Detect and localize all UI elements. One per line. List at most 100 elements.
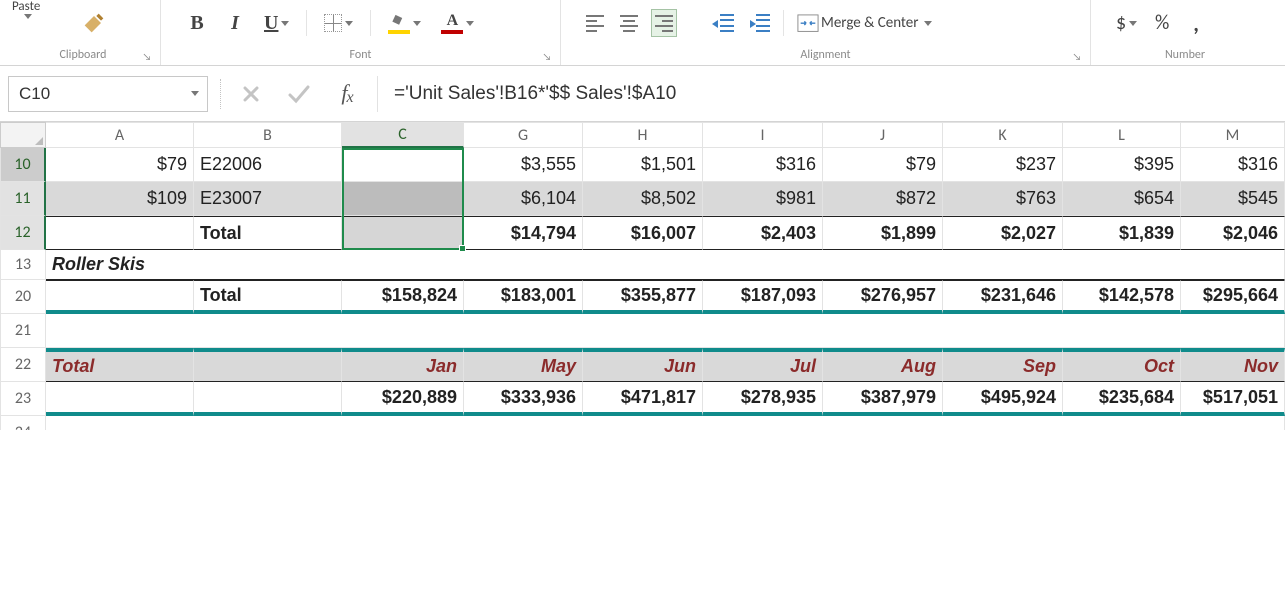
- cell[interactable]: Total: [194, 216, 342, 250]
- row-header-22[interactable]: 22: [0, 348, 46, 382]
- decrease-indent-button[interactable]: [711, 9, 737, 37]
- name-box-dropdown-icon[interactable]: [191, 91, 199, 96]
- cell[interactable]: [46, 216, 194, 250]
- cell[interactable]: Roller Skis: [46, 250, 1285, 280]
- cell[interactable]: $1,839: [1063, 216, 1181, 250]
- cell[interactable]: Total: [46, 348, 194, 382]
- cancel-formula-button[interactable]: [233, 76, 269, 112]
- cell[interactable]: [46, 314, 1285, 348]
- col-header-I[interactable]: I: [703, 122, 823, 148]
- align-left-button[interactable]: [583, 9, 607, 37]
- col-header-C[interactable]: C: [342, 122, 464, 148]
- cell[interactable]: $2,027: [943, 216, 1063, 250]
- row-header-11[interactable]: 11: [0, 182, 46, 216]
- dialog-launcher-icon[interactable]: ↘: [540, 50, 554, 64]
- align-center-button[interactable]: [617, 9, 641, 37]
- cell[interactable]: $545: [1181, 182, 1285, 216]
- cell[interactable]: E23007: [194, 182, 342, 216]
- col-header-H[interactable]: H: [583, 122, 703, 148]
- col-header-L[interactable]: L: [1063, 122, 1181, 148]
- cell[interactable]: Nov: [1181, 348, 1285, 382]
- cell[interactable]: [46, 382, 194, 416]
- cell[interactable]: $183,001: [464, 280, 583, 314]
- row-header-24[interactable]: 24: [0, 416, 46, 430]
- cell[interactable]: $495,924: [943, 382, 1063, 416]
- cell[interactable]: [342, 148, 464, 182]
- cell[interactable]: $220,889: [342, 382, 464, 416]
- cell[interactable]: $395: [1063, 148, 1181, 182]
- cell[interactable]: $79: [823, 148, 943, 182]
- cell[interactable]: $276,957: [823, 280, 943, 314]
- cell[interactable]: $237: [943, 148, 1063, 182]
- row-header-10[interactable]: 10: [0, 148, 46, 182]
- col-header-M[interactable]: M: [1181, 122, 1285, 148]
- cell[interactable]: E22006: [194, 148, 342, 182]
- cell[interactable]: $355,877: [583, 280, 703, 314]
- comma-format-button[interactable]: ,: [1184, 9, 1208, 37]
- insert-function-button[interactable]: fx: [329, 76, 365, 112]
- cell[interactable]: $8,502: [583, 182, 703, 216]
- name-box[interactable]: [8, 76, 208, 112]
- cell[interactable]: $1,899: [823, 216, 943, 250]
- cell[interactable]: $1,501: [583, 148, 703, 182]
- font-color-button[interactable]: A: [438, 9, 477, 37]
- cell[interactable]: $316: [1181, 148, 1285, 182]
- cell[interactable]: $333,936: [464, 382, 583, 416]
- borders-button[interactable]: [321, 9, 356, 37]
- spreadsheet-grid[interactable]: A B C G H I J K L M 10 $79 E22006 $3,555…: [0, 122, 1285, 430]
- merge-center-button[interactable]: Merge & Center: [794, 9, 964, 37]
- underline-button[interactable]: U: [261, 9, 292, 37]
- cell[interactable]: $471,817: [583, 382, 703, 416]
- cell[interactable]: [342, 182, 464, 216]
- cell[interactable]: Oct: [1063, 348, 1181, 382]
- dialog-launcher-icon[interactable]: ↘: [1070, 50, 1084, 64]
- col-header-B[interactable]: B: [194, 122, 342, 148]
- enter-formula-button[interactable]: [281, 76, 317, 112]
- cell[interactable]: $517,051: [1181, 382, 1285, 416]
- percent-format-button[interactable]: %: [1150, 9, 1174, 37]
- cell[interactable]: $763: [943, 182, 1063, 216]
- cell[interactable]: $142,578: [1063, 280, 1181, 314]
- cell[interactable]: $109: [46, 182, 194, 216]
- cell[interactable]: Aug: [823, 348, 943, 382]
- cell[interactable]: Jan: [342, 348, 464, 382]
- align-right-button[interactable]: [651, 9, 677, 37]
- name-box-input[interactable]: [17, 83, 188, 105]
- paste-dropdown-icon[interactable]: [24, 14, 32, 19]
- fill-color-button[interactable]: [385, 9, 424, 37]
- row-header-13[interactable]: 13: [0, 250, 46, 280]
- cell[interactable]: Total: [194, 280, 342, 314]
- cell[interactable]: $2,046: [1181, 216, 1285, 250]
- cell[interactable]: $3,555: [464, 148, 583, 182]
- cell[interactable]: Sep: [943, 348, 1063, 382]
- col-header-A[interactable]: A: [46, 122, 194, 148]
- increase-indent-button[interactable]: [747, 9, 773, 37]
- cell[interactable]: $235,684: [1063, 382, 1181, 416]
- italic-button[interactable]: I: [223, 9, 247, 37]
- cell[interactable]: [194, 348, 342, 382]
- select-all-corner[interactable]: [0, 122, 46, 148]
- cell[interactable]: May: [464, 348, 583, 382]
- cell[interactable]: $158,824: [342, 280, 464, 314]
- cell[interactable]: $231,646: [943, 280, 1063, 314]
- bold-button[interactable]: B: [185, 9, 209, 37]
- cell[interactable]: $316: [703, 148, 823, 182]
- cell[interactable]: Jun: [583, 348, 703, 382]
- cell[interactable]: $387,979: [823, 382, 943, 416]
- col-header-J[interactable]: J: [823, 122, 943, 148]
- accounting-format-button[interactable]: $: [1113, 9, 1140, 37]
- cell[interactable]: [46, 280, 194, 314]
- cell[interactable]: $2,403: [703, 216, 823, 250]
- row-header-20[interactable]: 20: [0, 280, 46, 314]
- row-header-21[interactable]: 21: [0, 314, 46, 348]
- col-header-G[interactable]: G: [464, 122, 583, 148]
- cell[interactable]: [194, 382, 342, 416]
- format-painter-icon[interactable]: [80, 9, 108, 37]
- col-header-K[interactable]: K: [943, 122, 1063, 148]
- cell[interactable]: $14,794: [464, 216, 583, 250]
- cell[interactable]: $16,007: [583, 216, 703, 250]
- cell[interactable]: $295,664: [1181, 280, 1285, 314]
- dialog-launcher-icon[interactable]: ↘: [140, 50, 154, 64]
- cell[interactable]: $6,104: [464, 182, 583, 216]
- cell[interactable]: $872: [823, 182, 943, 216]
